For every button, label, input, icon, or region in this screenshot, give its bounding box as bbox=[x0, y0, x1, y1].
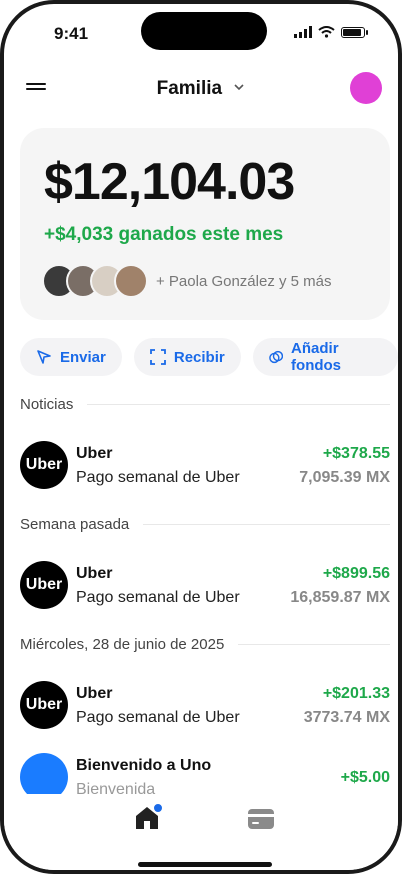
transaction-amount: +$5.00 bbox=[340, 769, 390, 786]
add-funds-label: Añadir fondos bbox=[291, 340, 342, 374]
profile-avatar[interactable] bbox=[350, 72, 382, 104]
transaction-desc: Pago semanal de Uber bbox=[76, 589, 240, 606]
phone-frame: 9:41 Familia $12,104.03 +$4,033 ganados … bbox=[0, 0, 402, 874]
transaction-local-amount: 16,859.87 MX bbox=[290, 589, 390, 606]
status-icons bbox=[294, 26, 368, 38]
member-avatar bbox=[114, 264, 148, 298]
earned-this-month: +$4,033 ganados este mes bbox=[44, 224, 284, 245]
section-title: Miércoles, 28 de junio de 2025 bbox=[20, 636, 225, 653]
transaction-name: Uber bbox=[76, 445, 113, 462]
page-title: Familia bbox=[156, 78, 223, 99]
notification-dot bbox=[153, 803, 163, 813]
transaction-desc: Pago semanal de Uber bbox=[76, 709, 240, 726]
transaction-row[interactable]: Uber Uber Pago semanal de Uber +$201.33 … bbox=[20, 681, 390, 733]
section-last-week: Semana pasada bbox=[20, 516, 390, 533]
receive-button[interactable]: Recibir bbox=[133, 338, 241, 376]
top-bar: Familia bbox=[4, 72, 398, 108]
transaction-amount: +$201.33 bbox=[322, 685, 390, 702]
send-button[interactable]: Enviar bbox=[20, 338, 122, 376]
transaction-amount: +$899.56 bbox=[322, 565, 390, 582]
receive-label: Recibir bbox=[173, 348, 225, 366]
account-switcher[interactable]: Familia bbox=[4, 78, 398, 100]
home-indicator bbox=[138, 862, 272, 867]
transaction-amount: +$378.55 bbox=[322, 445, 390, 462]
uber-logo: Uber bbox=[20, 441, 68, 489]
tab-home[interactable] bbox=[134, 803, 163, 835]
transaction-row[interactable]: Uber Uber Pago semanal de Uber +$899.56 … bbox=[20, 561, 390, 613]
transaction-name: Uber bbox=[76, 685, 113, 702]
section-title: Noticias bbox=[20, 396, 74, 413]
chevron-down-icon bbox=[234, 84, 244, 91]
add-funds-icon bbox=[268, 350, 283, 364]
balance-card: $12,104.03 +$4,033 ganados este mes + Pa… bbox=[20, 128, 390, 320]
dynamic-island bbox=[141, 12, 267, 50]
section-news: Noticias bbox=[20, 396, 390, 413]
transaction-local-amount: 7,095.39 MX bbox=[299, 469, 390, 486]
tab-card[interactable] bbox=[247, 808, 275, 835]
action-bar: Enviar Recibir Añadir fondos bbox=[20, 338, 398, 376]
members-label: + Paola González y 5 más bbox=[156, 272, 332, 290]
add-funds-button[interactable]: Añadir fondos bbox=[252, 338, 398, 376]
battery-icon bbox=[341, 26, 365, 38]
card-icon bbox=[248, 809, 274, 829]
wifi-icon bbox=[318, 26, 335, 38]
send-icon bbox=[37, 350, 51, 364]
balance-amount: $12,104.03 bbox=[44, 153, 295, 211]
transaction-name: Bienvenido a Uno bbox=[76, 757, 212, 774]
transaction-desc: Pago semanal de Uber bbox=[76, 469, 240, 486]
battery-tip bbox=[366, 29, 368, 35]
uber-logo: Uber bbox=[20, 681, 68, 729]
section-title: Semana pasada bbox=[20, 516, 130, 533]
members-row[interactable]: + Paola González y 5 más bbox=[42, 264, 332, 298]
transaction-local-amount: 3773.74 MX bbox=[303, 709, 390, 726]
uber-logo: Uber bbox=[20, 561, 68, 609]
status-time: 9:41 bbox=[54, 24, 89, 43]
signal-icon bbox=[294, 26, 312, 38]
section-date: Miércoles, 28 de junio de 2025 bbox=[20, 636, 390, 653]
transaction-name: Uber bbox=[76, 565, 113, 582]
scan-icon bbox=[149, 349, 166, 365]
transaction-row[interactable]: Uber Uber Pago semanal de Uber +$378.55 … bbox=[20, 441, 390, 493]
send-label: Enviar bbox=[60, 348, 106, 366]
